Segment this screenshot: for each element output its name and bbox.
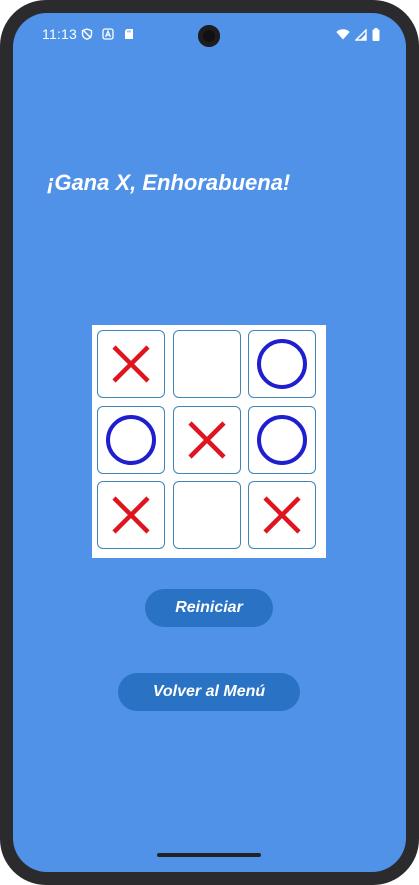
x-mark-icon — [263, 496, 301, 534]
x-mark-icon — [112, 345, 150, 383]
board-cell-r2-c1[interactable] — [97, 405, 165, 474]
status-time: 11:13 — [42, 26, 77, 42]
status-left-icons — [81, 28, 136, 41]
restart-button[interactable]: Reiniciar — [145, 589, 273, 627]
shield-icon — [81, 28, 94, 41]
status-right-icons — [336, 28, 380, 41]
status-bar: 11:13 — [13, 13, 406, 57]
front-camera — [198, 25, 220, 47]
board-cell-r1-c2[interactable] — [172, 330, 241, 398]
back-to-menu-button[interactable]: Volver al Menú — [118, 673, 300, 711]
sd-card-icon — [123, 28, 136, 41]
board-cell-r2-c2[interactable] — [172, 405, 241, 474]
home-indicator[interactable] — [157, 853, 261, 857]
signal-icon — [355, 28, 367, 41]
x-mark-icon — [187, 420, 226, 459]
board-cell-r1-c3[interactable] — [248, 330, 316, 398]
phone-frame: 11:13 ¡Gana X, Enhorabuena! Reiniciar Vo… — [0, 0, 419, 885]
app-screen: 11:13 ¡Gana X, Enhorabuena! Reiniciar Vo… — [13, 13, 406, 872]
battery-icon — [372, 28, 380, 41]
o-mark-icon — [257, 414, 307, 465]
x-mark-icon — [112, 496, 150, 534]
wifi-icon — [336, 29, 350, 40]
board-cell-r3-c2[interactable] — [172, 481, 241, 549]
board-cell-r2-c3[interactable] — [248, 405, 316, 474]
board-cell-r3-c3[interactable] — [248, 481, 316, 549]
board-cell-r1-c1[interactable] — [97, 330, 165, 398]
o-mark-icon — [257, 339, 307, 389]
board-cell-r3-c1[interactable] — [97, 481, 165, 549]
a-badge-icon — [102, 28, 115, 41]
game-board — [92, 325, 326, 558]
result-message: ¡Gana X, Enhorabuena! — [47, 170, 291, 195]
o-mark-icon — [106, 414, 156, 465]
